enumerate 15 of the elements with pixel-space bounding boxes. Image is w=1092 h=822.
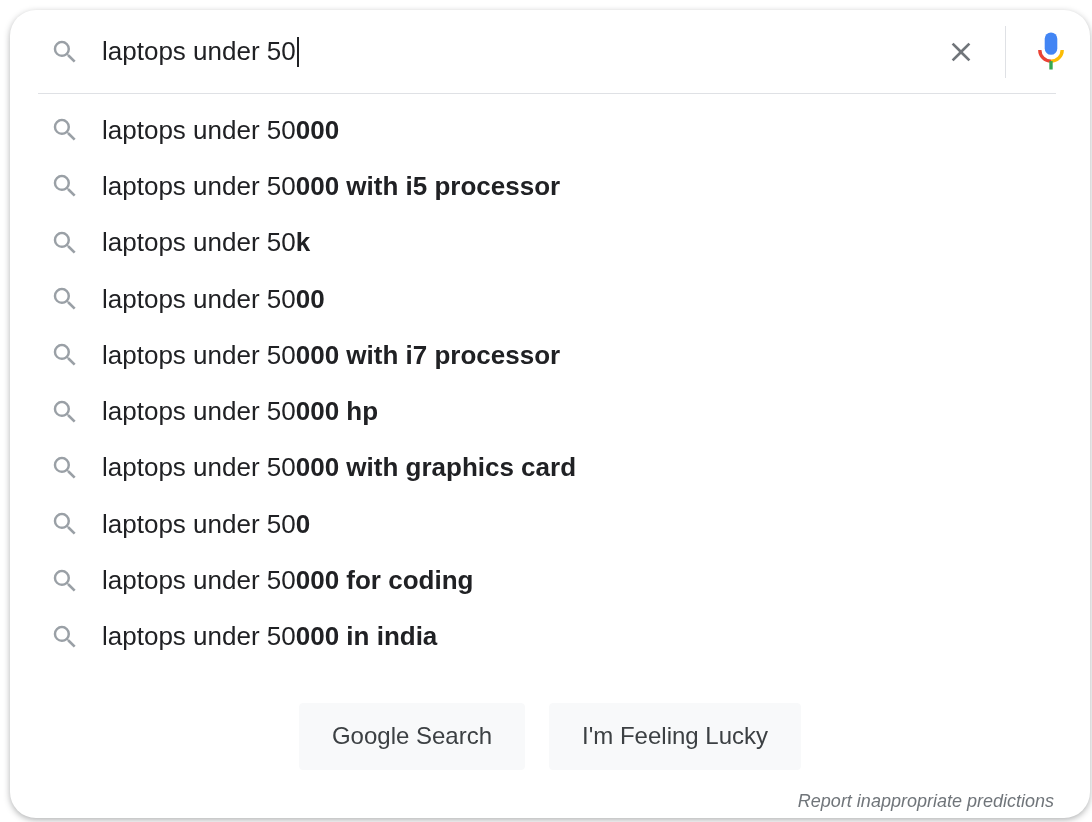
text-cursor [296, 36, 299, 67]
suggestion-item[interactable]: laptops under 50000 in india [80, 617, 438, 657]
search-button[interactable]: Google Search [298, 702, 526, 770]
suggestion-item[interactable]: laptops under 50000 with i5 processor [80, 166, 561, 206]
suggestion-item[interactable]: laptops under 50000 [80, 110, 340, 150]
suggestion-item[interactable]: laptops under 50000 with i7 processor [80, 335, 561, 375]
suggestion-item[interactable]: laptops under 50000 for coding [80, 561, 474, 600]
report-link[interactable]: Report inappropriate predictions [797, 787, 1054, 815]
suggestion-item[interactable]: laptops under 50k [80, 223, 311, 263]
lucky-button[interactable]: I'm Feeling Lucky [549, 702, 802, 770]
suggestion-item[interactable]: laptops under 500 [80, 504, 311, 544]
suggestion-item[interactable]: laptops under 50000 hp [80, 392, 379, 432]
search-field[interactable]: laptops under 50 [102, 32, 296, 71]
suggestion-item[interactable]: laptops under 5000 [80, 279, 325, 319]
suggestion-item[interactable]: laptops under 50000 with graphics card [80, 448, 577, 488]
